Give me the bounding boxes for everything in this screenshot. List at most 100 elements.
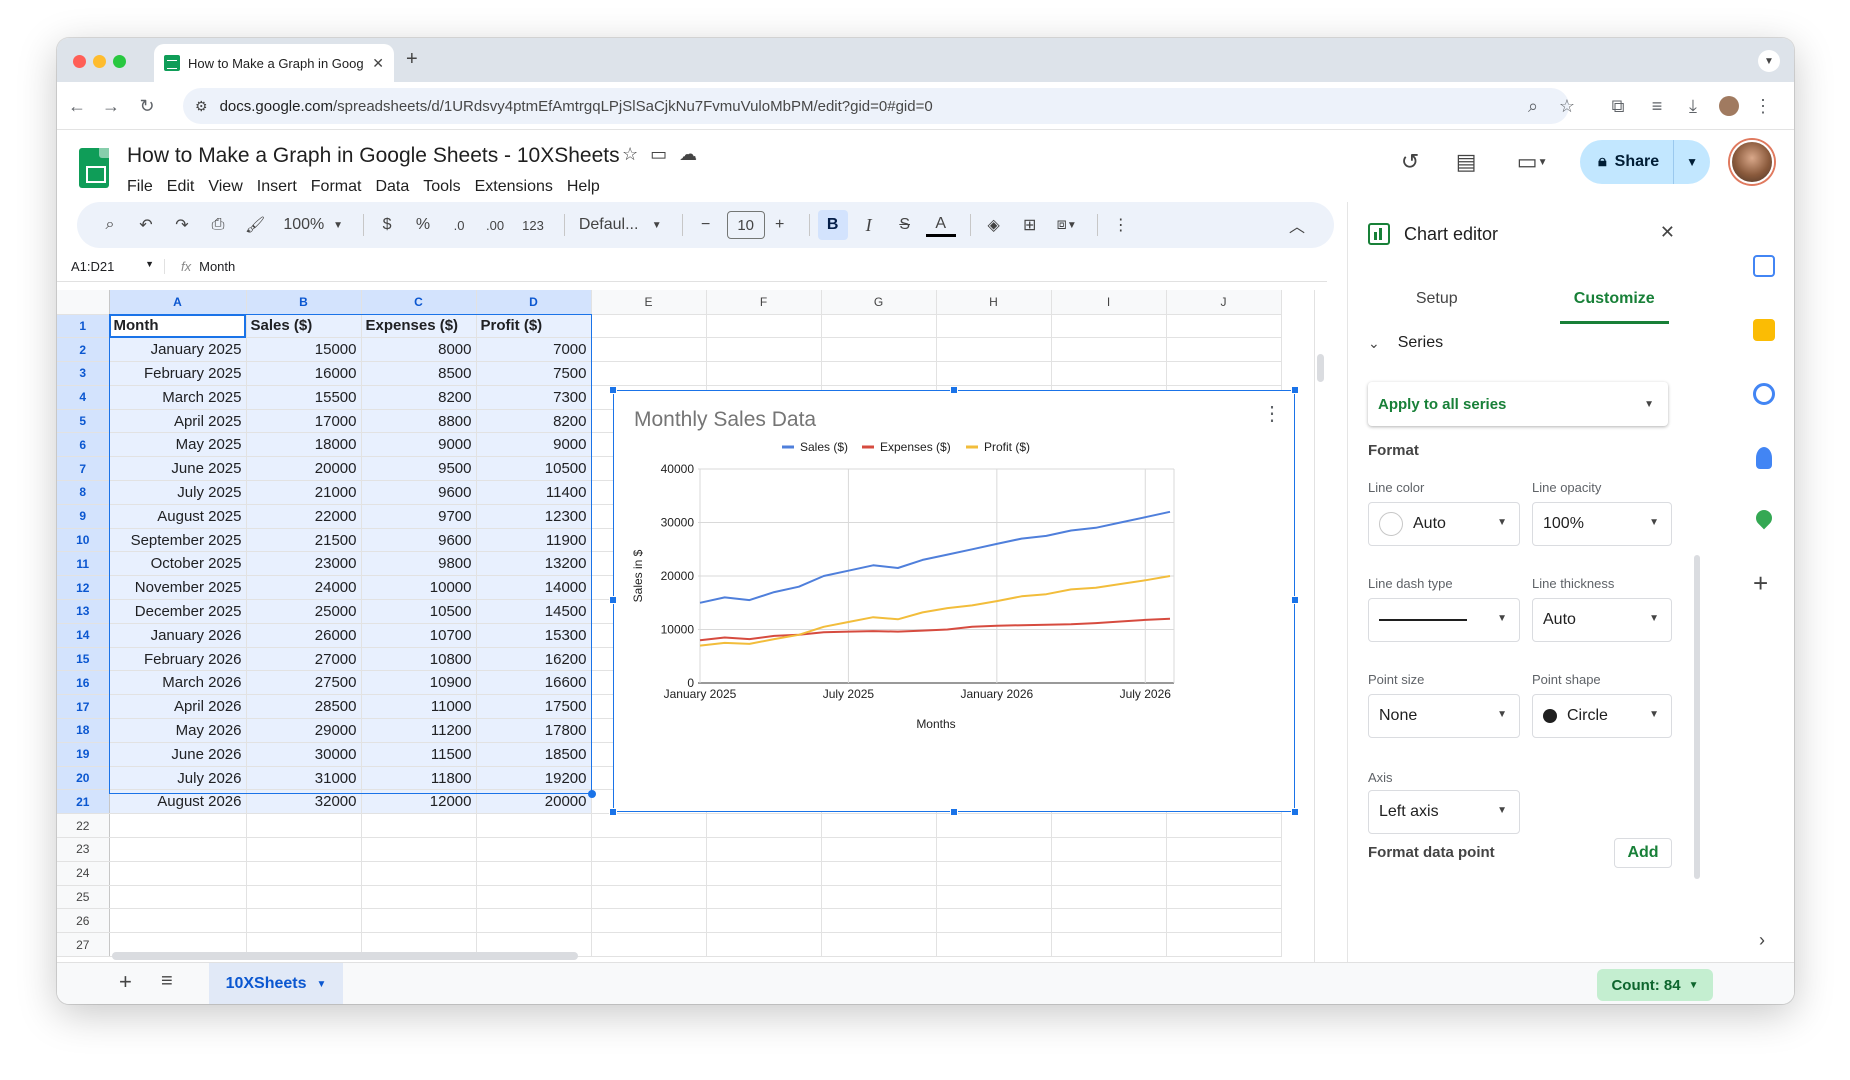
decrease-font-size-icon[interactable]: − (691, 210, 721, 240)
download-icon[interactable]: ⤓ (1677, 90, 1709, 122)
row-header[interactable]: 21 (57, 789, 110, 815)
column-header[interactable]: J (1166, 290, 1282, 315)
zoom-select[interactable]: 100% ▼ (277, 210, 349, 240)
meet-icon[interactable]: ▭ ▼ (1504, 144, 1560, 180)
row-header[interactable]: 10 (57, 528, 110, 553)
maximize-window-dot[interactable] (113, 55, 126, 68)
cell[interactable] (1166, 908, 1282, 934)
row-header[interactable]: 23 (57, 837, 110, 862)
row-header[interactable]: 2 (57, 337, 110, 363)
merge-cells-icon[interactable]: ⧈ ▼ (1051, 210, 1083, 240)
cell[interactable] (591, 861, 707, 886)
cell[interactable] (706, 337, 822, 363)
fill-handle[interactable] (588, 790, 596, 798)
cell[interactable] (246, 813, 362, 839)
cell[interactable] (361, 837, 477, 862)
close-tab-icon[interactable]: ✕ (372, 55, 384, 72)
row-header[interactable]: 12 (57, 575, 110, 601)
resize-handle[interactable] (1291, 808, 1299, 816)
formula-input[interactable]: Month (199, 259, 235, 274)
bold-button[interactable]: B (817, 210, 848, 240)
cell[interactable] (591, 885, 707, 910)
extensions-icon[interactable]: ⧉ (1602, 90, 1634, 122)
column-header[interactable]: F (706, 290, 822, 315)
column-header[interactable]: B (246, 290, 362, 315)
column-header[interactable]: A (109, 290, 247, 315)
row-header[interactable]: 9 (57, 504, 110, 529)
cell[interactable] (821, 337, 937, 363)
cell[interactable] (1166, 361, 1282, 386)
row-header[interactable]: 26 (57, 908, 110, 934)
cell[interactable] (821, 885, 937, 910)
menu-insert[interactable]: Insert (257, 178, 305, 196)
row-header[interactable]: 7 (57, 456, 110, 482)
move-folder-icon[interactable]: ▭ (650, 144, 667, 165)
cell[interactable] (821, 861, 937, 886)
maps-icon[interactable] (1752, 506, 1776, 530)
cell[interactable] (1051, 908, 1167, 934)
cell[interactable] (706, 885, 822, 910)
cell[interactable] (246, 908, 362, 934)
tab-search-icon[interactable]: ▼ (1758, 50, 1780, 72)
expand-panel-icon[interactable]: › (1759, 930, 1765, 951)
resize-handle[interactable] (609, 808, 617, 816)
print-icon[interactable]: ⎙ (203, 210, 233, 240)
vertical-scrollbar[interactable] (1317, 354, 1324, 382)
cell[interactable] (109, 861, 247, 886)
cell[interactable] (109, 813, 247, 839)
cell[interactable] (1051, 932, 1167, 958)
cell[interactable] (936, 861, 1052, 886)
chart[interactable]: Monthly Sales Data ⋮ 0 10000 20000 30000 400… (609, 386, 1299, 816)
resize-handle[interactable] (1291, 386, 1299, 394)
cell[interactable] (706, 361, 822, 386)
cell[interactable] (706, 861, 822, 886)
row-header[interactable]: 13 (57, 599, 110, 624)
star-icon[interactable]: ☆ (622, 144, 638, 165)
cell[interactable] (246, 885, 362, 910)
row-header[interactable]: 17 (57, 694, 110, 720)
cell[interactable] (476, 837, 592, 862)
resize-handle[interactable] (950, 808, 958, 816)
cell[interactable] (109, 885, 247, 910)
increase-font-size-icon[interactable]: + (765, 210, 795, 240)
undo-icon[interactable]: ↶ (131, 210, 161, 240)
menu-format[interactable]: Format (311, 178, 370, 196)
currency-format-button[interactable]: $ (372, 210, 402, 240)
reading-list-icon[interactable]: ≡ (1641, 90, 1673, 122)
close-window-dot[interactable] (73, 55, 86, 68)
reload-icon[interactable]: ↻ (131, 90, 163, 122)
tab-customize[interactable]: Customize (1526, 274, 1704, 324)
point-shape-select[interactable]: Circle ▼ (1532, 694, 1672, 738)
cell[interactable] (936, 337, 1052, 363)
row-header[interactable]: 27 (57, 932, 110, 958)
cell[interactable] (591, 837, 707, 862)
row-header[interactable]: 6 (57, 432, 110, 458)
tab-setup[interactable]: Setup (1348, 274, 1526, 324)
cell[interactable] (821, 813, 937, 839)
menu-data[interactable]: Data (375, 178, 417, 196)
site-info-icon[interactable]: ⚙ (195, 98, 208, 115)
cell[interactable] (476, 885, 592, 910)
spreadsheet-grid[interactable]: A B C D E F G H I J 1 Month Sales ($) Expenses ($) Pro… (57, 290, 1327, 962)
column-header[interactable]: G (821, 290, 937, 315)
cell[interactable] (821, 314, 937, 339)
cell[interactable] (706, 837, 822, 862)
axis-select[interactable]: Left axis ▼ (1368, 790, 1520, 834)
bookmark-star-icon[interactable]: ☆ (1551, 90, 1583, 122)
cell[interactable] (1051, 337, 1167, 363)
name-box[interactable]: A1:D21 ▼ (57, 259, 165, 274)
paint-format-icon[interactable]: 🖌︎ (239, 210, 271, 240)
line-color-select[interactable]: Auto ▼ (1368, 502, 1520, 546)
row-header[interactable]: 1 (57, 314, 110, 339)
cell[interactable] (1166, 337, 1282, 363)
row-header[interactable]: 20 (57, 766, 110, 791)
cell[interactable] (706, 932, 822, 958)
menu-view[interactable]: View (208, 178, 250, 196)
cell[interactable] (1051, 837, 1167, 862)
keep-icon[interactable] (1753, 319, 1775, 341)
menu-help[interactable]: Help (567, 178, 608, 196)
cell[interactable] (936, 837, 1052, 862)
comments-icon[interactable]: ▤ (1448, 144, 1484, 180)
column-header[interactable]: I (1051, 290, 1167, 315)
resize-handle[interactable] (950, 386, 958, 394)
